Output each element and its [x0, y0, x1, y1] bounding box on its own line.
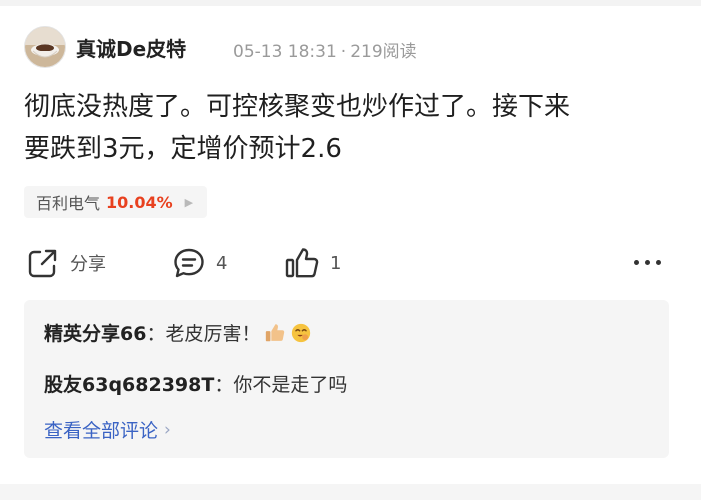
thumbs-up-icon	[285, 248, 319, 278]
stock-change: 10.04%	[106, 192, 173, 212]
top-divider	[0, 0, 701, 6]
comment-preview-panel: 精英分享66 ：老皮厉害！ 股友63q682398T ：你不是走了吗 查看全部评…	[24, 300, 669, 458]
comment-text: ：老皮厉害！	[146, 323, 261, 345]
comment-user[interactable]: 股友63q682398T	[44, 370, 214, 397]
view-all-label: 查看全部评论	[44, 420, 159, 442]
author-avatar[interactable]	[24, 26, 66, 68]
like-count: 1	[330, 252, 342, 274]
ellipsis-icon[interactable]	[634, 256, 664, 268]
post-content-line: 彻底没热度了。可控核聚变也炒作过了。接下来	[24, 92, 571, 122]
view-all-comments-link[interactable]: 查看全部评论 ›	[44, 416, 171, 443]
laughing-face-icon	[292, 323, 311, 342]
share-icon	[28, 249, 57, 278]
author-name[interactable]: 真诚De皮特	[76, 33, 186, 62]
dot	[656, 259, 661, 265]
share-button[interactable]: 分享	[26, 246, 106, 280]
like-button[interactable]: 1	[284, 246, 341, 280]
share-label: 分享	[70, 254, 106, 275]
read-count: 219阅读	[350, 42, 417, 62]
comment-item[interactable]: 精英分享66 ：老皮厉害！	[44, 319, 312, 346]
post-content: 彻底没热度了。可控核聚变也炒作过了。接下来 要跌到3元，定增价预计2.6	[24, 86, 674, 170]
stock-name: 百利电气	[36, 194, 101, 213]
dot	[645, 259, 650, 265]
stock-tag[interactable]: 百利电气 10.04% ▶	[24, 186, 208, 218]
chevron-right-icon: ›	[164, 419, 171, 440]
comment-item[interactable]: 股友63q682398T ：你不是走了吗	[44, 370, 347, 397]
meta-separator: ·	[340, 42, 347, 62]
post-meta: 05-13 18:31 · 219阅读	[233, 37, 417, 62]
post-content-line: 要跌到3元，定增价预计2.6	[24, 134, 342, 164]
coffee-cup-icon	[25, 27, 65, 67]
triangle-right-icon: ▶	[184, 195, 194, 209]
comment-user[interactable]: 精英分享66	[44, 319, 146, 346]
comment-text: ：你不是走了吗	[214, 374, 348, 396]
comment-button[interactable]: 4	[172, 246, 227, 280]
thumbs-up-icon	[266, 323, 285, 341]
comment-count: 4	[216, 252, 228, 274]
post-date: 05-13 18:31	[233, 42, 337, 62]
dot	[634, 259, 639, 265]
bottom-divider	[0, 484, 701, 500]
comment-icon	[174, 248, 204, 278]
